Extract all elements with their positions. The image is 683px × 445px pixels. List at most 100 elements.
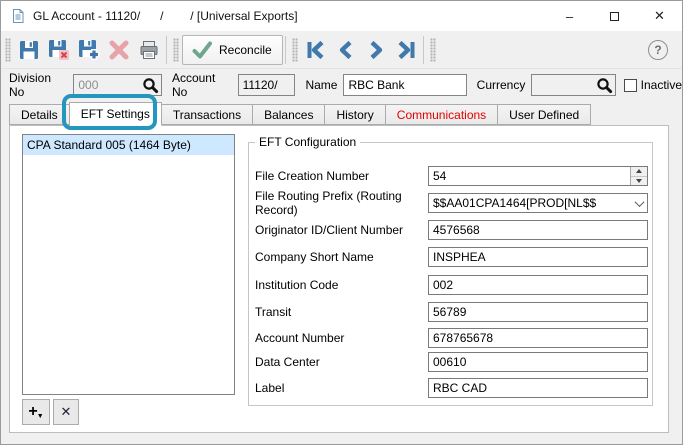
field-label: Institution Code bbox=[255, 278, 339, 292]
eft-format-list[interactable]: CPA Standard 005 (1464 Byte) bbox=[22, 134, 235, 395]
field-label: Transit bbox=[255, 305, 292, 319]
next-record-icon bbox=[370, 40, 382, 59]
field-label: Label bbox=[255, 381, 285, 395]
file-creation-number-input[interactable] bbox=[429, 167, 630, 185]
toolbar-grip bbox=[291, 37, 298, 62]
last-record-button[interactable] bbox=[391, 35, 421, 65]
spin-up-button[interactable] bbox=[631, 167, 647, 176]
field-label: Data Center bbox=[255, 355, 320, 369]
toolbar-grip bbox=[5, 37, 11, 62]
division-label: Division No bbox=[9, 71, 52, 99]
account-no-input[interactable] bbox=[238, 75, 295, 95]
print-icon bbox=[140, 40, 158, 59]
division-lookup[interactable]: 000 bbox=[73, 74, 162, 96]
toolbar: Reconcile ? bbox=[1, 31, 682, 69]
tab-balances[interactable]: Balances bbox=[252, 104, 326, 125]
first-record-icon bbox=[307, 40, 324, 59]
transit-input[interactable] bbox=[428, 302, 648, 322]
gl-account-window: GL Account - 11120/ / / [Universal Expor… bbox=[0, 0, 683, 445]
delete-button[interactable] bbox=[104, 35, 134, 65]
toolbar-separator bbox=[166, 35, 167, 64]
field-label: File Creation Number bbox=[255, 169, 370, 183]
toolbar-grip bbox=[173, 37, 179, 62]
arrow-down-icon bbox=[636, 178, 642, 183]
spin-down-button[interactable] bbox=[631, 175, 647, 185]
field-label: Originator ID/Client Number bbox=[255, 223, 404, 237]
field-label: Account Number bbox=[255, 331, 345, 345]
previous-record-button[interactable] bbox=[331, 35, 361, 65]
next-record-button[interactable] bbox=[361, 35, 391, 65]
field-row: File Routing Prefix (Routing Record) $$A… bbox=[255, 189, 652, 217]
inactive-checkbox[interactable] bbox=[624, 78, 637, 92]
previous-record-icon bbox=[339, 40, 352, 59]
field-row: Company Short Name bbox=[255, 247, 652, 267]
reconcile-button[interactable]: Reconcile bbox=[182, 34, 283, 65]
tab-transactions[interactable]: Transactions bbox=[160, 104, 254, 125]
name-label: Name bbox=[305, 78, 338, 92]
window-title: GL Account - 11120/ / / [Universal Expor… bbox=[33, 9, 298, 23]
field-row: Data Center bbox=[255, 352, 652, 372]
tabstrip: Details EFT Settings Transactions Balanc… bbox=[9, 102, 592, 126]
field-row: Label bbox=[255, 378, 652, 398]
document-icon bbox=[10, 8, 26, 24]
account-no-field[interactable] bbox=[237, 74, 296, 96]
tab-history[interactable]: History bbox=[324, 104, 386, 125]
maximize-icon bbox=[610, 11, 619, 21]
arrow-up-icon bbox=[636, 169, 642, 174]
division-value: 000 bbox=[78, 78, 99, 92]
field-row: Account Number bbox=[255, 328, 652, 348]
account-number-input[interactable] bbox=[428, 328, 648, 348]
company-short-name-input[interactable] bbox=[428, 247, 648, 267]
delete-icon bbox=[109, 40, 129, 59]
name-input[interactable] bbox=[344, 75, 466, 95]
save-discard-button[interactable] bbox=[44, 35, 74, 65]
toolbar-separator bbox=[284, 35, 286, 64]
close-button[interactable]: ✕ bbox=[637, 1, 682, 31]
help-button[interactable]: ? bbox=[648, 39, 668, 60]
tab-eft-settings[interactable]: EFT Settings bbox=[68, 102, 162, 126]
account-header-row: Division No 000 Account No Name Currency… bbox=[1, 69, 682, 101]
name-field[interactable] bbox=[343, 74, 467, 96]
checkmark-icon bbox=[192, 41, 212, 58]
tab-details[interactable]: Details bbox=[9, 104, 70, 125]
originator-id-input[interactable] bbox=[428, 220, 648, 240]
first-record-button[interactable] bbox=[301, 35, 331, 65]
minimize-button[interactable]: – bbox=[547, 1, 592, 31]
list-item[interactable]: CPA Standard 005 (1464 Byte) bbox=[23, 135, 234, 155]
data-center-input[interactable] bbox=[428, 352, 648, 372]
last-record-icon bbox=[398, 40, 415, 59]
currency-label: Currency bbox=[476, 78, 526, 92]
save-new-button[interactable] bbox=[74, 35, 104, 65]
eft-settings-page: CPA Standard 005 (1464 Byte) + ▼ ✕ EFT Co… bbox=[9, 125, 669, 433]
add-format-button[interactable]: + ▼ bbox=[22, 399, 50, 425]
field-row: File Creation Number bbox=[255, 166, 652, 186]
account-no-label: Account No bbox=[171, 71, 216, 99]
tab-communications[interactable]: Communications bbox=[384, 104, 499, 125]
combobox-value: $$AA01CPA1464[PROD[NL$$ bbox=[433, 196, 597, 210]
tab-user-defined[interactable]: User Defined bbox=[497, 104, 592, 125]
maximize-button[interactable] bbox=[592, 1, 637, 31]
reconcile-label: Reconcile bbox=[219, 42, 272, 57]
field-row: Originator ID/Client Number bbox=[255, 220, 652, 240]
currency-lookup[interactable] bbox=[531, 74, 617, 96]
eft-configuration-group: EFT Configuration File Creation Number 5… bbox=[248, 135, 653, 406]
remove-format-button[interactable]: ✕ bbox=[53, 399, 79, 425]
save-button[interactable] bbox=[14, 35, 44, 65]
group-title: EFT Configuration bbox=[255, 135, 361, 149]
print-button[interactable] bbox=[134, 35, 164, 65]
save-icon bbox=[20, 40, 38, 59]
file-creation-number-spinner[interactable] bbox=[428, 166, 648, 186]
label-input[interactable] bbox=[428, 378, 648, 398]
search-icon[interactable] bbox=[596, 77, 613, 94]
titlebar: GL Account - 11120/ / / [Universal Expor… bbox=[1, 1, 682, 31]
save-new-icon bbox=[79, 39, 100, 60]
field-label: File Routing Prefix (Routing Record) bbox=[255, 189, 402, 217]
field-row: Institution Code bbox=[255, 275, 652, 295]
field-row: Transit bbox=[255, 302, 652, 322]
save-discard-icon bbox=[49, 39, 69, 60]
file-routing-prefix-combobox[interactable]: $$AA01CPA1464[PROD[NL$$ bbox=[428, 193, 648, 213]
inactive-label: Inactive bbox=[640, 78, 682, 92]
search-icon[interactable] bbox=[142, 77, 159, 94]
institution-code-input[interactable] bbox=[428, 275, 648, 295]
chevron-down-icon[interactable] bbox=[631, 194, 647, 212]
